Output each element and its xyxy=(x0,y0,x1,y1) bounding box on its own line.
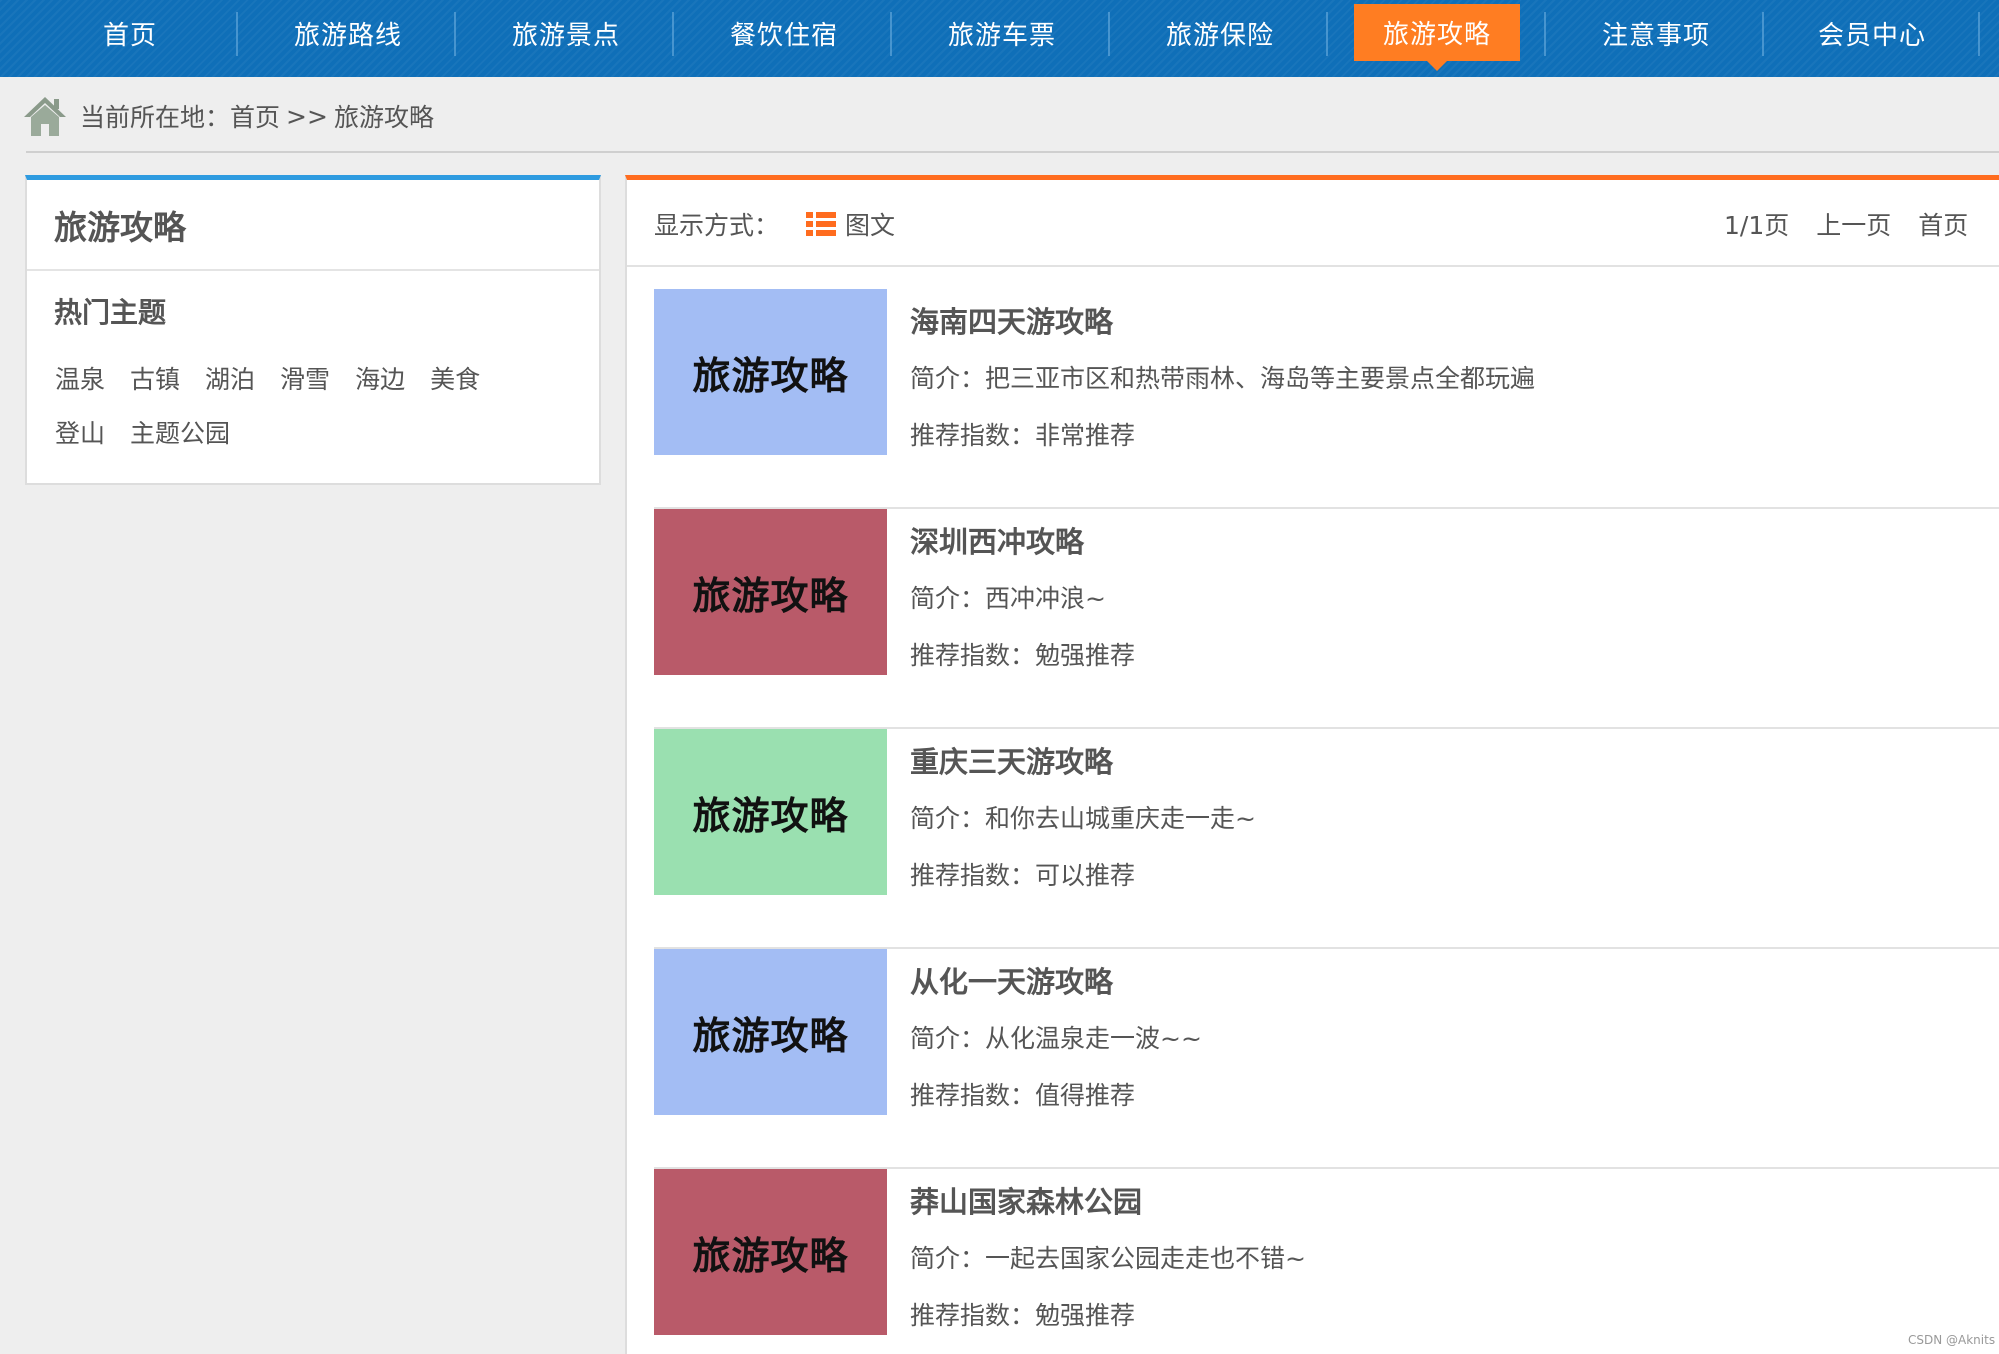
theme-tag[interactable]: 美食 xyxy=(430,353,480,407)
nav-item-notes[interactable]: 注意事项 xyxy=(1547,0,1765,66)
list-toolbar: 显示方式： 图文 1/1页 上一页 首页 xyxy=(627,180,1999,267)
theme-tag[interactable]: 古镇 xyxy=(130,353,180,407)
article-thumbnail[interactable]: 旅游攻略 xyxy=(654,289,887,455)
nav-divider xyxy=(1544,12,1546,56)
nav-item-home[interactable]: 首页 xyxy=(21,0,239,66)
breadcrumb-home-link[interactable]: 首页 xyxy=(230,98,280,134)
article-recommendation: 推荐指数：勉强推荐 xyxy=(910,641,1136,670)
article-recommendation: 推荐指数：非常推荐 xyxy=(910,421,1136,450)
theme-tag[interactable]: 滑雪 xyxy=(280,353,330,407)
article-title[interactable]: 深圳西冲攻略 xyxy=(910,519,1084,561)
nav-divider xyxy=(454,12,456,56)
nav-divider xyxy=(1108,12,1110,56)
display-mode: 显示方式： 图文 xyxy=(654,206,895,242)
article-intro: 简介：西冲冲浪~ xyxy=(910,584,1106,613)
article-item: 旅游攻略 重庆三天游攻略 简介：和你去山城重庆走一走~ 推荐指数：可以推荐 xyxy=(654,729,1999,949)
watermark: CSDN @Aknits xyxy=(1908,1333,1996,1347)
pagination: 1/1页 上一页 首页 xyxy=(1724,206,1995,242)
article-intro: 简介：一起去国家公园走走也不错~ xyxy=(910,1244,1306,1273)
breadcrumb-divider xyxy=(26,151,1999,153)
article-title[interactable]: 重庆三天游攻略 xyxy=(910,739,1113,781)
article-intro: 简介：把三亚市区和热带雨林、海岛等主要景点全都玩遍 xyxy=(910,364,1536,393)
article-item: 旅游攻略 莽山国家森林公园 简介：一起去国家公园走走也不错~ 推荐指数：勉强推荐 xyxy=(654,1169,1999,1354)
sidebar-subtitle: 热门主题 xyxy=(54,296,167,329)
top-nav: 首页 旅游路线 旅游景点 餐饮住宿 旅游车票 旅游保险 旅游攻略 注意事项 会员… xyxy=(0,0,1999,77)
article-item: 旅游攻略 深圳西冲攻略 简介：西冲冲浪~ 推荐指数：勉强推荐 xyxy=(654,509,1999,729)
nav-divider xyxy=(236,12,238,56)
article-thumbnail[interactable]: 旅游攻略 xyxy=(654,729,887,895)
article-title[interactable]: 从化一天游攻略 xyxy=(910,959,1113,1001)
nav-divider xyxy=(672,12,674,56)
nav-item-insurance[interactable]: 旅游保险 xyxy=(1111,0,1329,66)
article-recommendation: 推荐指数：勉强推荐 xyxy=(910,1301,1136,1330)
breadcrumb-current: 旅游攻略 xyxy=(333,103,434,132)
theme-tags: 温泉 古镇 湖泊 滑雪 海边 美食 登山 主题公园 xyxy=(27,331,599,461)
sidebar: 旅游攻略 热门主题 温泉 古镇 湖泊 滑雪 海边 美食 登山 主题公园 xyxy=(25,175,601,485)
breadcrumb-separator: >> xyxy=(286,101,328,131)
article-intro: 简介：从化温泉走一波~~ xyxy=(910,1024,1202,1053)
nav-item-guides[interactable]: 旅游攻略 xyxy=(1354,4,1520,71)
breadcrumb: 当前所在地： 首页 >> 旅游攻略 xyxy=(22,92,434,140)
list-view-icon[interactable] xyxy=(806,211,837,237)
home-icon xyxy=(24,97,66,136)
article-item: 旅游攻略 海南四天游攻略 简介：把三亚市区和热带雨林、海岛等主要景点全都玩遍 推… xyxy=(654,289,1999,509)
article-thumbnail[interactable]: 旅游攻略 xyxy=(654,509,887,675)
theme-tag[interactable]: 海边 xyxy=(355,353,405,407)
page-info: 1/1页 xyxy=(1724,211,1790,240)
nav-item-dining-lodging[interactable]: 餐饮住宿 xyxy=(675,0,893,66)
theme-tag[interactable]: 湖泊 xyxy=(205,353,255,407)
nav-item-member-center[interactable]: 会员中心 xyxy=(1763,0,1981,66)
nav-divider xyxy=(1978,12,1980,56)
article-recommendation: 推荐指数：值得推荐 xyxy=(910,1081,1136,1110)
article-intro: 简介：和你去山城重庆走一走~ xyxy=(910,804,1256,833)
article-title[interactable]: 莽山国家森林公园 xyxy=(910,1179,1142,1221)
first-page-link[interactable]: 首页 xyxy=(1918,206,1968,242)
article-recommendation: 推荐指数：可以推荐 xyxy=(910,861,1136,890)
theme-tag[interactable]: 主题公园 xyxy=(130,407,230,461)
nav-item-tickets[interactable]: 旅游车票 xyxy=(893,0,1111,66)
display-mode-label: 显示方式： xyxy=(654,211,780,240)
display-mode-value[interactable]: 图文 xyxy=(845,206,895,242)
nav-divider xyxy=(890,12,892,56)
article-thumbnail[interactable]: 旅游攻略 xyxy=(654,949,887,1115)
nav-divider xyxy=(1326,12,1328,56)
theme-tag[interactable]: 温泉 xyxy=(55,353,105,407)
theme-tag[interactable]: 登山 xyxy=(55,407,105,461)
article-thumbnail[interactable]: 旅游攻略 xyxy=(654,1169,887,1335)
prev-page-link[interactable]: 上一页 xyxy=(1816,206,1891,242)
breadcrumb-prefix: 当前所在地： xyxy=(80,103,231,132)
sidebar-title: 旅游攻略 xyxy=(27,180,599,271)
article-title[interactable]: 海南四天游攻略 xyxy=(910,299,1113,341)
main-content: 显示方式： 图文 1/1页 上一页 首页 旅游攻略 海南四天游攻略 简介：把三亚… xyxy=(625,175,1999,1354)
nav-item-attractions[interactable]: 旅游景点 xyxy=(457,0,675,66)
nav-item-routes[interactable]: 旅游路线 xyxy=(239,0,457,66)
article-item: 旅游攻略 从化一天游攻略 简介：从化温泉走一波~~ 推荐指数：值得推荐 xyxy=(654,949,1999,1169)
